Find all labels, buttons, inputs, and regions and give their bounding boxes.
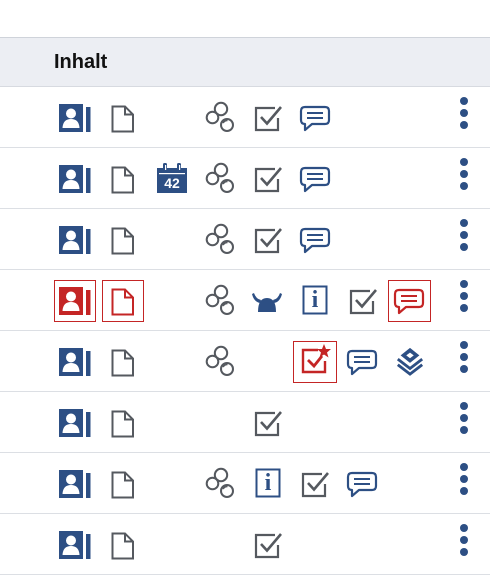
bubbles-icon[interactable] — [204, 467, 236, 499]
table-row: i — [0, 453, 490, 514]
checkbox-icon[interactable] — [253, 225, 283, 255]
bubbles-icon[interactable] — [204, 101, 236, 133]
table-row: i — [0, 270, 490, 331]
checkbox-icon[interactable] — [253, 103, 283, 133]
comment-icon[interactable] — [346, 470, 378, 500]
table-row — [0, 514, 490, 575]
more-vertical-icon[interactable] — [455, 280, 473, 316]
contact-card-icon[interactable] — [58, 103, 92, 133]
contact-card-icon[interactable] — [58, 225, 92, 255]
table-header: Inhalt — [0, 37, 490, 87]
column-title-inhalt: Inhalt — [54, 51, 108, 73]
document-icon[interactable] — [111, 408, 135, 438]
document-icon[interactable] — [111, 164, 135, 194]
calendar-icon[interactable]: 42 — [156, 162, 188, 194]
table-row — [0, 87, 490, 148]
more-vertical-icon[interactable] — [455, 524, 473, 560]
table-row: 42 — [0, 148, 490, 209]
bubbles-icon[interactable] — [204, 223, 236, 255]
table-row — [0, 331, 490, 392]
document-icon[interactable] — [111, 530, 135, 560]
document-icon[interactable] — [111, 286, 135, 316]
checkbox-icon[interactable] — [253, 164, 283, 194]
comment-icon[interactable] — [346, 348, 378, 378]
more-vertical-icon[interactable] — [455, 158, 473, 194]
starred-checkbox-icon[interactable] — [299, 344, 331, 376]
comment-icon[interactable] — [299, 226, 331, 256]
contact-card-icon[interactable] — [58, 164, 92, 194]
contact-card-icon[interactable] — [58, 530, 92, 560]
comment-icon[interactable] — [299, 165, 331, 195]
contact-card-icon[interactable] — [58, 408, 92, 438]
bubbles-icon[interactable] — [204, 345, 236, 377]
calendar-day-number: 42 — [164, 175, 180, 191]
bubbles-icon[interactable] — [204, 162, 236, 194]
info-glyph: i — [264, 470, 272, 496]
document-icon[interactable] — [111, 103, 135, 133]
checkbox-icon[interactable] — [253, 530, 283, 560]
document-icon[interactable] — [111, 347, 135, 377]
table-row — [0, 209, 490, 270]
contact-card-icon[interactable] — [58, 469, 92, 499]
contact-card-icon[interactable] — [58, 347, 92, 377]
checkbox-icon[interactable] — [348, 286, 378, 316]
more-vertical-icon[interactable] — [455, 219, 473, 255]
more-vertical-icon[interactable] — [455, 402, 473, 438]
more-vertical-icon[interactable] — [455, 463, 473, 499]
info-glyph: i — [311, 287, 319, 313]
contact-card-icon[interactable] — [58, 286, 92, 316]
viking-helmet-icon[interactable] — [251, 290, 283, 314]
checkbox-icon[interactable] — [300, 469, 330, 499]
layers-icon[interactable] — [395, 346, 425, 376]
document-icon[interactable] — [111, 469, 135, 499]
bubbles-icon[interactable] — [204, 284, 236, 316]
info-icon[interactable]: i — [255, 468, 281, 498]
comment-icon[interactable] — [299, 104, 331, 134]
more-vertical-icon[interactable] — [455, 97, 473, 133]
more-vertical-icon[interactable] — [455, 341, 473, 377]
document-icon[interactable] — [111, 225, 135, 255]
comment-icon[interactable] — [393, 287, 425, 317]
checkbox-icon[interactable] — [253, 408, 283, 438]
info-icon[interactable]: i — [302, 285, 328, 315]
table-row — [0, 392, 490, 453]
